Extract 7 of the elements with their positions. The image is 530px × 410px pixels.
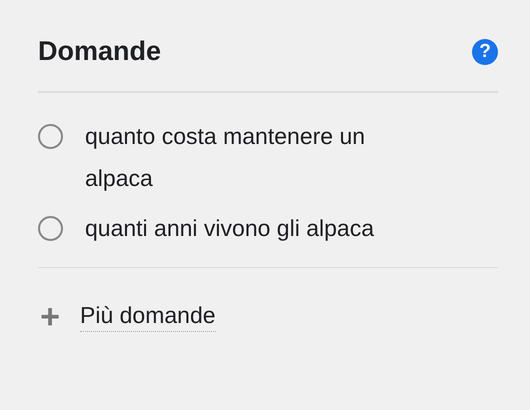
radio-button[interactable] — [38, 216, 63, 241]
radio-button[interactable] — [38, 124, 63, 149]
plus-icon: + — [38, 305, 62, 329]
panel-title: Domande — [38, 36, 162, 67]
help-icon[interactable]: ? — [472, 38, 498, 64]
more-questions-link[interactable]: Più domande — [80, 302, 216, 332]
question-text[interactable]: quanti anni vivono gli alpaca — [85, 207, 430, 249]
